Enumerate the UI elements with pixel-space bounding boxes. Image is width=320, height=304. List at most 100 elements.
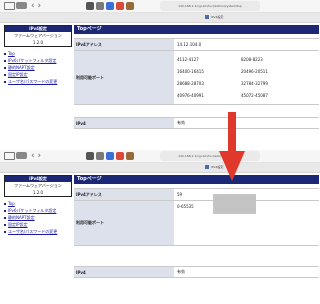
after-screenshot: ‹ › 192.168.1.1/cgi-bin/luci/admin/syste… <box>0 150 320 304</box>
ipv4-label: IPv4 <box>74 118 174 128</box>
firmware-label: ファームウェアバージョン <box>14 183 62 188</box>
menu-item-user-password[interactable]: ユーザ名/パスワードの変更 <box>4 228 74 235</box>
port-range: 8208-8223 <box>241 57 263 62</box>
ports-label: 利用可能ポート <box>74 51 174 104</box>
extension-icon[interactable] <box>96 152 104 160</box>
table-row: 利用可能ポート 0-65535 <box>74 201 319 246</box>
bullet-icon <box>4 53 6 55</box>
firmware-version: 1.2.0 <box>32 40 44 45</box>
menu-item-label[interactable]: 固定IP設定 <box>8 222 28 227</box>
firmware-version: 1.2.0 <box>32 190 44 195</box>
port-range: 16400-16415 <box>177 69 204 74</box>
bullet-icon <box>4 81 6 83</box>
sidebar: IPv4設定 ファームウェアバージョン 1.2.0 Top IPv6パケットフィ… <box>0 23 74 85</box>
menu-item-label[interactable]: 静的NAPT設定 <box>8 65 35 70</box>
sidebar: IPv4設定 ファームウェアバージョン 1.2.0 Top IPv6パケットフィ… <box>0 173 74 235</box>
port-range: 0-65535 <box>177 204 194 209</box>
menu-item-fixed-ip[interactable]: 固定IP設定 <box>4 71 74 78</box>
before-screenshot: ‹ › 192.168.1.1/cgi-bin/luci/admin/syste… <box>0 0 320 131</box>
table-row: IPv4 有効 <box>74 117 319 129</box>
menu-item-static-napt[interactable]: 静的NAPT設定 <box>4 214 74 221</box>
ports-label: 利用可能ポート <box>74 201 174 245</box>
sidebar-info-box: IPv4設定 ファームウェアバージョン 1.2.0 <box>4 175 72 197</box>
shield-icon[interactable] <box>86 2 94 10</box>
port-range: 32784-32799 <box>241 81 268 86</box>
extension-icon[interactable] <box>106 152 114 160</box>
bullet-icon <box>4 210 6 212</box>
menu-item-label[interactable]: 固定IP設定 <box>8 72 28 77</box>
menu-item-label[interactable]: IPv6パケットフィルタ設定 <box>8 58 56 63</box>
extension-icon[interactable] <box>126 2 134 10</box>
firmware-label: ファームウェアバージョン <box>14 33 62 38</box>
menu-item-label[interactable]: Top <box>8 201 15 206</box>
main-panel: Topページ IPv4アドレス 14.12.104.0 利用可能ポート 4112… <box>74 25 319 129</box>
ipv4-address-label: IPv4アドレス <box>74 189 174 200</box>
private-browsing-icon[interactable] <box>16 152 27 159</box>
sidebar-menu: Top IPv6パケットフィルタ設定 静的NAPT設定 固定IP設定 ユーザ名/… <box>4 50 74 85</box>
table-row: IPv4アドレス 59 <box>74 189 319 201</box>
tab-favicon-icon <box>205 15 209 19</box>
bullet-icon <box>4 67 6 69</box>
menu-item-label[interactable]: 静的NAPT設定 <box>8 215 35 220</box>
ipv4-label: IPv4 <box>74 267 174 277</box>
down-arrow-icon <box>219 151 245 181</box>
menu-item-label[interactable]: Top <box>8 51 15 56</box>
sidebar-toggle-icon[interactable] <box>4 2 15 10</box>
port-range: 45072-45087 <box>241 93 268 98</box>
menu-item-ipv6-filter[interactable]: IPv6パケットフィルタ設定 <box>4 207 74 214</box>
address-bar[interactable]: 192.168.1.1/cgi-bin/luci/admin/system/to… <box>160 1 260 11</box>
sidebar-info-box: IPv4設定 ファームウェアバージョン 1.2.0 <box>4 25 72 47</box>
extension-icon[interactable] <box>126 152 134 160</box>
port-range: 28688-28703 <box>177 81 204 86</box>
menu-item-top[interactable]: Top <box>4 50 74 57</box>
back-forward-icon[interactable]: ‹ › <box>31 150 41 161</box>
tab-strip: IPv4設定 <box>0 163 320 173</box>
redaction-block <box>213 194 256 214</box>
menu-item-static-napt[interactable]: 静的NAPT設定 <box>4 64 74 71</box>
menu-item-top[interactable]: Top <box>4 200 74 207</box>
status-table: IPv4アドレス 59 利用可能ポート 0-65535 IPv4 有効 <box>74 188 319 278</box>
menu-item-ipv6-filter[interactable]: IPv6パケットフィルタ設定 <box>4 57 74 64</box>
menu-item-label[interactable]: IPv6パケットフィルタ設定 <box>8 208 56 213</box>
ipv4-status-value: 有効 <box>177 120 185 125</box>
ipv4-address-value: 14.12.104.0 <box>177 42 202 47</box>
page-title: Topページ <box>74 175 319 184</box>
tab-title: IPv4設定 <box>211 15 224 19</box>
ipv4-status-value: 有効 <box>177 269 185 274</box>
ports-value: 4112-4127 8208-8223 16400-16415 20496-20… <box>174 51 319 104</box>
sidebar-toggle-icon[interactable] <box>4 152 15 160</box>
menu-item-label[interactable]: ユーザ名/パスワードの変更 <box>8 229 57 234</box>
bullet-icon <box>4 74 6 76</box>
table-row: IPv4 有効 <box>74 266 319 278</box>
bullet-icon <box>4 231 6 233</box>
status-table: IPv4アドレス 14.12.104.0 利用可能ポート 4112-4127 8… <box>74 38 319 129</box>
bullet-icon <box>4 224 6 226</box>
menu-item-fixed-ip[interactable]: 固定IP設定 <box>4 221 74 228</box>
back-forward-icon[interactable]: ‹ › <box>31 0 41 11</box>
bullet-icon <box>4 60 6 62</box>
main-panel: Topページ IPv4アドレス 59 利用可能ポート 0-65535 IPv4 … <box>74 175 319 278</box>
port-range: 4112-4127 <box>177 57 199 62</box>
extension-icon[interactable] <box>96 2 104 10</box>
extension-icon[interactable] <box>116 152 124 160</box>
ipv4-address-label: IPv4アドレス <box>74 39 174 50</box>
browser-toolbar: ‹ › 192.168.1.1/cgi-bin/luci/admin/syste… <box>0 150 320 163</box>
ports-grid: 4112-4127 8208-8223 16400-16415 20496-20… <box>174 51 305 104</box>
table-spacer <box>74 105 319 117</box>
down-arrow-shaft <box>228 112 236 153</box>
table-row: IPv4アドレス 14.12.104.0 <box>74 39 319 51</box>
extension-icon[interactable] <box>106 2 114 10</box>
address-bar[interactable]: 192.168.1.1/cgi-bin/luci/admin/system/to… <box>160 151 260 161</box>
shield-icon[interactable] <box>86 152 94 160</box>
extension-icon[interactable] <box>116 2 124 10</box>
table-row: 利用可能ポート 4112-4127 8208-8223 16400-16415 … <box>74 51 319 105</box>
page-title: Topページ <box>74 25 319 34</box>
menu-item-label[interactable]: ユーザ名/パスワードの変更 <box>8 79 57 84</box>
tab-ipv4-settings[interactable]: IPv4設定 <box>205 13 223 22</box>
private-browsing-icon[interactable] <box>16 2 27 9</box>
tab-strip: IPv4設定 <box>0 13 320 23</box>
menu-item-user-password[interactable]: ユーザ名/パスワードの変更 <box>4 78 74 85</box>
tab-favicon-icon <box>205 165 209 169</box>
bullet-icon <box>4 203 6 205</box>
bullet-icon <box>4 217 6 219</box>
